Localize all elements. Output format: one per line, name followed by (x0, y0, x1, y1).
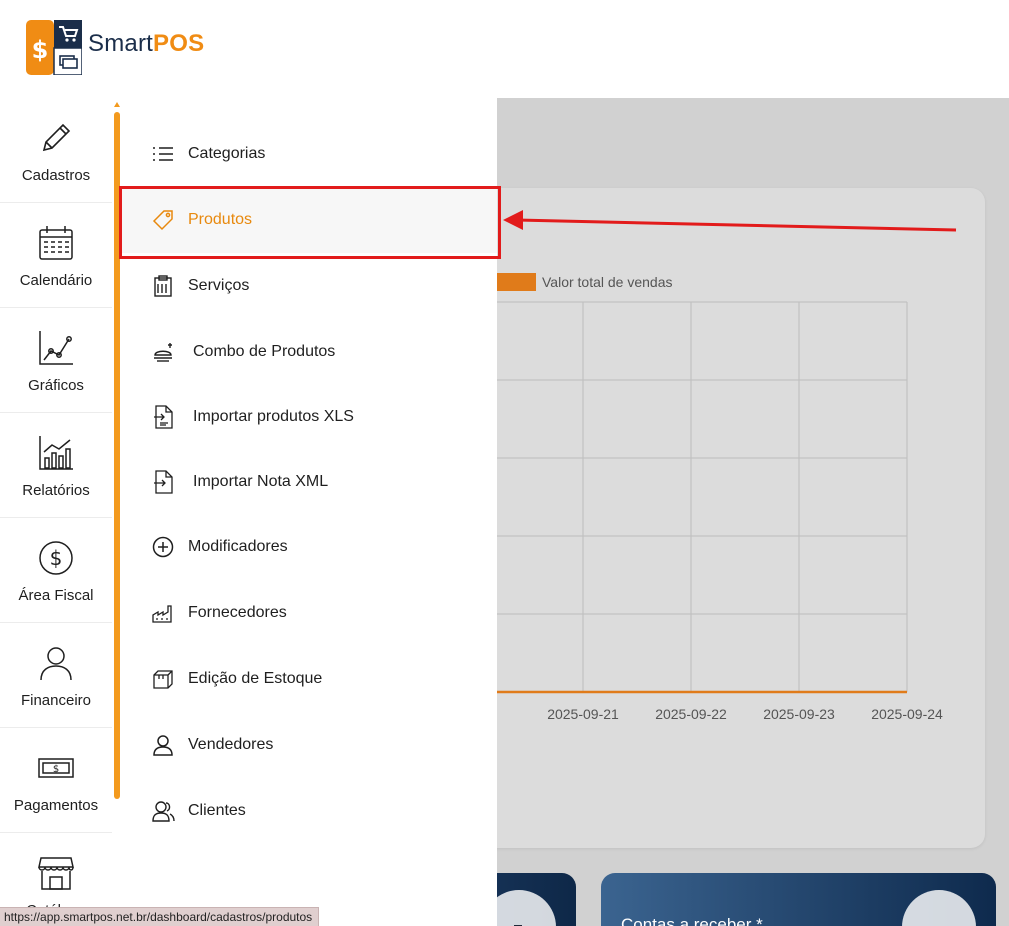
x-tick-label: 2025-09-23 (763, 706, 835, 722)
submenu-item-label: Importar produtos XLS (193, 408, 354, 425)
sidebar-item-label: Relatórios (22, 482, 90, 499)
sidebar-item-financeiro[interactable]: Financeiro (0, 623, 112, 728)
sidebar-item-pagamentos[interactable]: $ Pagamentos (0, 728, 112, 833)
tag-icon (150, 207, 176, 233)
x-tick-label: 2025-09-22 (655, 706, 727, 722)
sidebar-item-label: Calendário (19, 272, 93, 289)
sidebar-item-area-fiscal[interactable]: $ Área Fiscal (0, 518, 112, 623)
submenu-item-edicao-de-estoque[interactable]: Edição de Estoque (122, 646, 497, 712)
svg-text:$: $ (32, 36, 49, 64)
card-title: Contas a receber * (621, 915, 763, 926)
rail-scroll-cap (114, 102, 120, 107)
svg-text:$: $ (50, 546, 63, 570)
dollar-circle-icon: $ (36, 538, 76, 578)
submenu-item-label: Edição de Estoque (188, 670, 323, 687)
submenu-item-clientes[interactable]: Clientes (122, 778, 497, 844)
legend-swatch (492, 273, 536, 291)
submenu-item-label: Importar Nota XML (193, 473, 329, 490)
brand-name: SmartPOS (88, 30, 204, 58)
smartpos-logo[interactable]: $ (26, 20, 83, 76)
status-bar-url: https://app.smartpos.net.br/dashboard/ca… (0, 907, 320, 926)
submenu-item-combo-de-produtos[interactable]: Combo de Produtos (122, 319, 497, 385)
brand-name-part2: POS (153, 30, 205, 57)
legend-label: Valor total de vendas (542, 274, 673, 290)
calendar-icon (36, 223, 76, 263)
submenu-item-label: Fornecedores (188, 604, 287, 621)
user-icon (150, 732, 176, 758)
sidebar-item-relatorios[interactable]: Relatórios (0, 413, 112, 518)
x-tick-label: 2025-09-21 (547, 706, 619, 722)
file-import-icon (150, 404, 176, 430)
submenu-item-fornecedores[interactable]: Fornecedores (122, 580, 497, 646)
list-icon (150, 141, 176, 167)
brand-name-part1: Smart (88, 30, 154, 57)
line-chart-icon (36, 328, 76, 368)
submenu-item-label: Serviços (188, 277, 250, 294)
food-tray-icon (150, 339, 176, 365)
plus-circle-icon (150, 534, 176, 560)
annotation-arrow (503, 210, 957, 232)
sidebar-item-label: Cadastros (21, 167, 91, 184)
svg-text:$: $ (53, 764, 59, 775)
sidebar-item-graficos[interactable]: Gráficos (0, 308, 112, 413)
bar-chart-icon (902, 890, 976, 926)
sidebar-item-label: Gráficos (28, 377, 84, 394)
submenu-item-label: Modificadores (188, 538, 288, 555)
rail-scrollbar[interactable] (114, 112, 120, 799)
accounts-receivable-card[interactable]: Contas a receber * (601, 873, 996, 926)
factory-icon (150, 600, 176, 626)
clipboard-icon (150, 273, 176, 299)
submenu-item-categorias[interactable]: Categorias (122, 121, 497, 187)
pencil-icon (36, 118, 76, 158)
sidebar-item-cadastros[interactable]: Cadastros (0, 98, 112, 203)
sidebar-item-label: Área Fiscal (18, 587, 94, 604)
x-tick-label: 2025-09-24 (871, 706, 943, 722)
box-icon (150, 666, 176, 692)
users-icon (150, 798, 176, 824)
sidebar-item-calendario[interactable]: Calendário (0, 203, 112, 308)
app-header: $ SmartPOS (0, 0, 1009, 98)
sidebar-rail: Cadastros Calendário Gráficos Relatórios… (0, 98, 122, 926)
submenu-item-label: Combo de Produtos (193, 343, 336, 360)
person-icon (36, 643, 76, 683)
submenu-item-label: Clientes (188, 802, 246, 819)
submenu-item-servicos[interactable]: Serviços (122, 253, 497, 319)
sidebar-item-label: Pagamentos (13, 797, 99, 814)
submenu-item-importar-nota-xml[interactable]: Importar Nota XML (122, 449, 497, 515)
submenu-item-importar-produtos-xls[interactable]: Importar produtos XLS (122, 384, 497, 450)
submenu-item-vendedores[interactable]: Vendedores (122, 712, 497, 778)
sidebar-item-label: Financeiro (20, 692, 92, 709)
banknote-icon: $ (36, 748, 76, 788)
file-arrow-icon (150, 469, 176, 495)
submenu-item-label: Categorias (188, 145, 266, 162)
submenu-item-modificadores[interactable]: Modificadores (122, 514, 497, 580)
submenu-item-label: Produtos (188, 211, 253, 228)
submenu-item-produtos[interactable]: Produtos (122, 187, 497, 253)
bar-chart-icon (36, 433, 76, 473)
cadastros-submenu: Categorias Produtos Serviços Combo de Pr… (122, 98, 497, 926)
submenu-item-label: Vendedores (188, 736, 274, 753)
store-icon (36, 853, 76, 893)
